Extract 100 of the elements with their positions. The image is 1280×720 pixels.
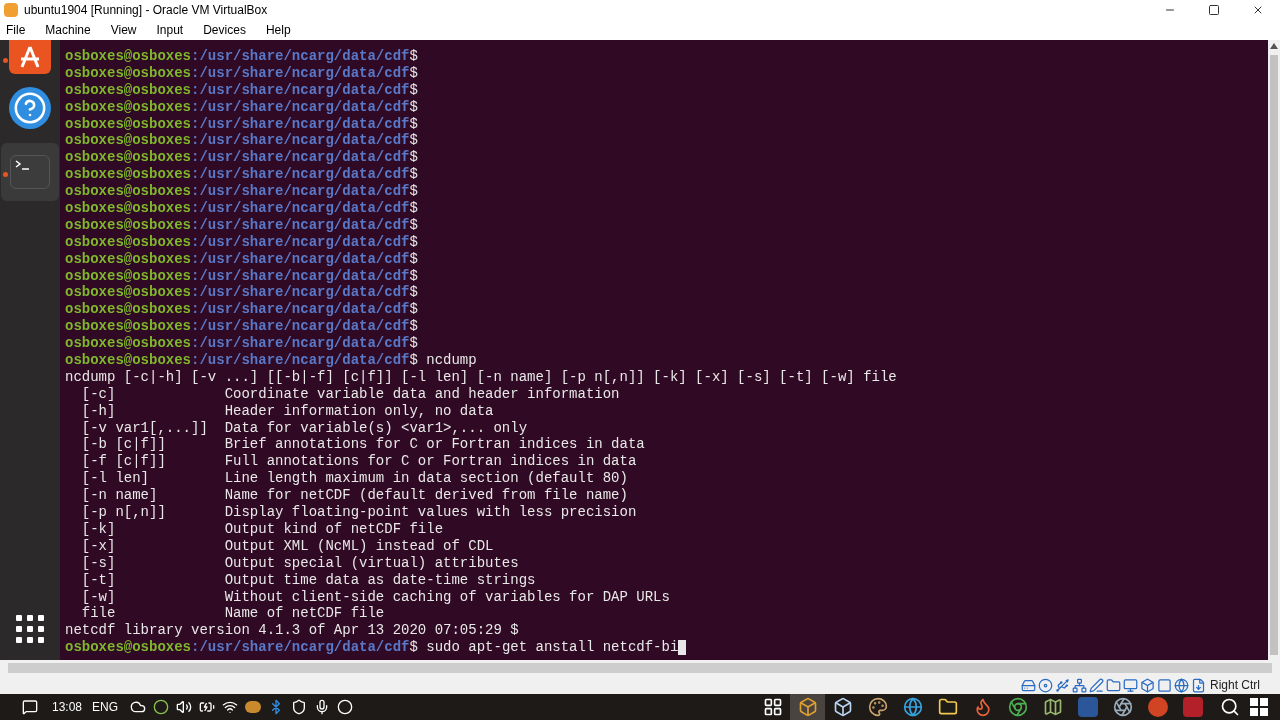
- prompt-sign: $: [409, 267, 418, 285]
- prompt-path: :/usr/share/ncarg/data/cdf: [191, 81, 410, 99]
- output-line: ncdump [-c|-h] [-v ...] [[-b|-f] [c|f]] [-l len] [-n name] [-p n[,n]] [-k] [-x] [-s] [-t] [-w] file: [65, 368, 897, 385]
- scroll-up-icon[interactable]: [1270, 43, 1278, 49]
- prompt-path: :/usr/share/ncarg/data/cdf: [191, 335, 410, 353]
- prompt-path: :/usr/share/ncarg/data/cdf: [191, 352, 410, 369]
- menu-item[interactable]: View: [110, 21, 137, 39]
- device-status-icon[interactable]: [1106, 677, 1121, 693]
- prompt-user: osboxes@osboxes: [65, 183, 192, 200]
- prompt-sign: $: [409, 216, 418, 234]
- virtualbox-logo-icon: [4, 3, 18, 17]
- cloud-icon[interactable]: [130, 699, 147, 715]
- output-line: [-s] Output special (virtual) attributes: [80, 554, 519, 571]
- prompt-sign: $: [409, 284, 418, 302]
- prompt-path: :/usr/share/ncarg/data/cdf: [191, 48, 410, 65]
- host-key-label: Right Ctrl: [1210, 677, 1260, 694]
- language-text[interactable]: ENG: [92, 698, 119, 716]
- device-status-icon[interactable]: [1123, 677, 1138, 693]
- prompt-user: osboxes@osboxes: [65, 149, 192, 167]
- prompt-sign: $: [409, 149, 418, 167]
- device-status-icon[interactable]: [1140, 677, 1155, 693]
- prompt-path: :/usr/share/ncarg/data/cdf: [191, 250, 410, 268]
- output-line: [-p n[,n]] Display floating-point values with less precision: [80, 504, 637, 521]
- prompt-user: osboxes@osboxes: [65, 335, 192, 353]
- output-line: [-k] Output kind of netCDF file: [80, 520, 444, 537]
- vertical-scrollbar[interactable]: [1268, 40, 1280, 660]
- output-line: [-v var1[,...]] Data for variable(s) <var1>,... only: [80, 419, 528, 436]
- windows-logo-icon[interactable]: [1250, 698, 1268, 716]
- prompt-user: osboxes@osboxes: [65, 200, 192, 217]
- prompt-user: osboxes@osboxes: [65, 301, 192, 319]
- clock-text[interactable]: 13:08: [52, 698, 83, 716]
- prompt-user: osboxes@osboxes: [65, 216, 192, 234]
- device-status-icon[interactable]: [1089, 677, 1104, 693]
- command-text: ncdump: [426, 352, 477, 369]
- volume-icon[interactable]: [176, 699, 193, 715]
- prompt-user: osboxes@osboxes: [65, 267, 192, 285]
- prompt-path: :/usr/share/ncarg/data/cdf: [191, 64, 410, 82]
- prompt-user: osboxes@osboxes: [65, 639, 192, 657]
- search-icon[interactable]: [1220, 697, 1240, 717]
- prompt-user: osboxes@osboxes: [65, 48, 192, 65]
- menu-item[interactable]: Input: [156, 21, 184, 39]
- prompt-sign: $: [409, 132, 418, 150]
- prompt-user: osboxes@osboxes: [65, 64, 192, 82]
- device-status-icon[interactable]: [1055, 677, 1070, 693]
- close-icon: [1252, 4, 1264, 16]
- terminal-icon[interactable]: [10, 155, 50, 189]
- apps-grid-icon[interactable]: [15, 614, 45, 644]
- toolbox-icon[interactable]: [790, 694, 825, 720]
- device-status-icon[interactable]: [1021, 677, 1036, 693]
- prompt-sign: $: [409, 639, 418, 657]
- device-status-icon[interactable]: [1174, 677, 1189, 693]
- output-line: file Name of netCDF file: [80, 605, 385, 622]
- prompt-path: :/usr/share/ncarg/data/cdf: [191, 267, 410, 285]
- device-status-icon[interactable]: [1157, 677, 1172, 693]
- prompt-sign: $: [409, 166, 418, 184]
- prompt-user: osboxes@osboxes: [65, 250, 192, 268]
- notification-icon[interactable]: [22, 699, 38, 715]
- prompt-path: :/usr/share/ncarg/data/cdf: [191, 166, 410, 184]
- prompt-path: :/usr/share/ncarg/data/cdf: [191, 98, 410, 116]
- command-text: sudo apt-get anstall netcdf-bi: [426, 639, 679, 657]
- prompt-sign: $: [409, 335, 418, 353]
- output-line: [-h] Header information only, no data: [80, 402, 494, 419]
- help-icon[interactable]: [9, 87, 51, 129]
- device-status-icon[interactable]: [1191, 677, 1206, 693]
- output-line: [-t] Output time data as date-time strings: [80, 571, 536, 588]
- prompt-sign: $: [409, 318, 418, 336]
- menu-item[interactable]: Help: [265, 21, 291, 39]
- prompt-user: osboxes@osboxes: [65, 233, 192, 251]
- maximize-icon: [1208, 4, 1220, 16]
- prompt-user: osboxes@osboxes: [65, 98, 192, 116]
- prompt-path: :/usr/share/ncarg/data/cdf: [191, 639, 410, 657]
- shield-icon[interactable]: [291, 699, 308, 715]
- prompt-user: osboxes@osboxes: [65, 166, 192, 184]
- software-center-icon[interactable]: [9, 40, 51, 74]
- prompt-sign: $: [409, 98, 418, 116]
- prompt-path: :/usr/share/ncarg/data/cdf: [191, 132, 410, 150]
- menu-item[interactable]: Machine: [45, 21, 91, 39]
- menu-item[interactable]: File: [6, 21, 26, 39]
- prompt-sign: $: [409, 250, 418, 268]
- output-line: [-c] Coordinate variable data and header information: [80, 385, 620, 402]
- window-title: ubuntu1904 [Running] - Oracle VM VirtualBox: [24, 2, 268, 19]
- menu-item[interactable]: Devices: [203, 21, 246, 39]
- prompt-sign: $: [409, 64, 418, 82]
- prompt-sign: $: [409, 183, 418, 200]
- output-line: netcdf library version 4.1.3 of Apr 13 2020 07:05:29 $: [65, 622, 519, 639]
- horizontal-scrollbar[interactable]: [0, 660, 1280, 676]
- record-icon[interactable]: [337, 699, 354, 715]
- output-line: [-l len] Line length maximum in data section (default 80): [80, 470, 628, 487]
- prompt-sign: $: [409, 301, 418, 319]
- output-line: [-f [c|f]] Full annotations for C or Fortran indices in data: [80, 453, 637, 470]
- wifi-icon[interactable]: [222, 699, 239, 715]
- battery-icon[interactable]: [199, 699, 216, 715]
- prompt-path: :/usr/share/ncarg/data/cdf: [191, 183, 410, 200]
- output-line: [-x] Output XML (NcML) instead of CDL: [80, 537, 494, 554]
- device-status-icon[interactable]: [1072, 677, 1087, 693]
- tray-app-icon[interactable]: [245, 701, 262, 713]
- prompt-path: :/usr/share/ncarg/data/cdf: [191, 318, 410, 336]
- prompt-path: :/usr/share/ncarg/data/cdf: [191, 115, 410, 133]
- device-status-icon[interactable]: [1038, 677, 1053, 693]
- status-icon[interactable]: [153, 699, 170, 715]
